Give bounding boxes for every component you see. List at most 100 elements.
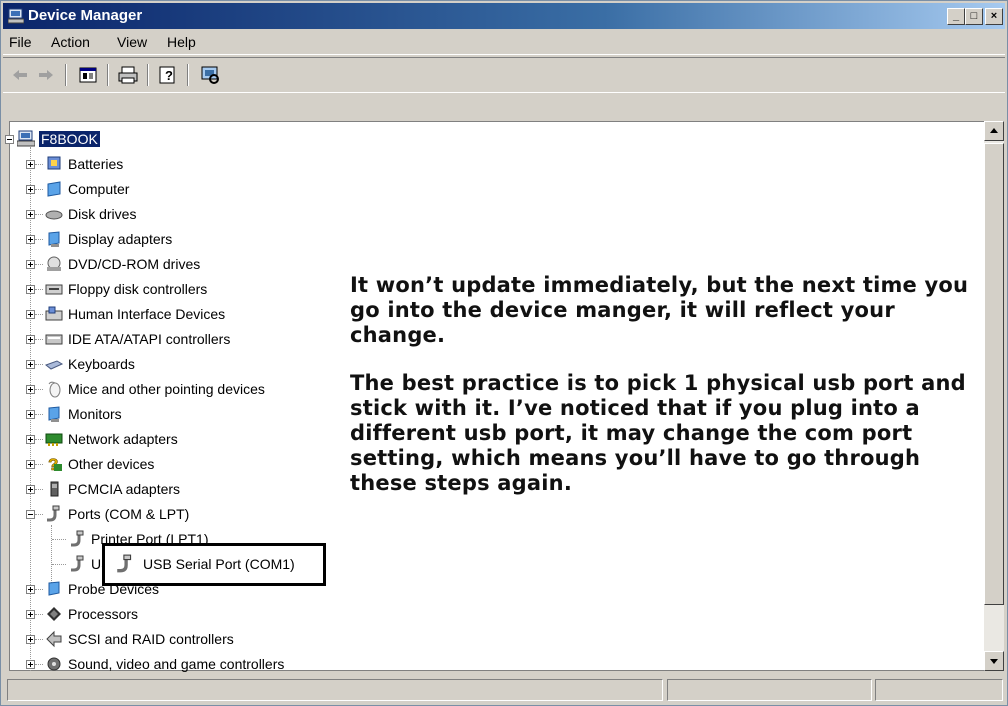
tree-guide-line [35, 239, 43, 240]
expand-toggle[interactable] [26, 235, 35, 244]
mouse-icon [48, 381, 61, 398]
tree-guide-line [35, 214, 43, 215]
tree-guide-line [52, 539, 66, 540]
help-icon[interactable]: ? [157, 64, 179, 86]
expand-toggle[interactable] [26, 360, 35, 369]
maximize-button[interactable]: □ [965, 8, 983, 25]
expand-toggle[interactable] [26, 585, 35, 594]
expand-toggle[interactable] [26, 460, 35, 469]
computer-icon [17, 130, 35, 147]
forward-arrow-icon[interactable] [35, 64, 57, 86]
scroll-down-button[interactable] [984, 651, 1004, 671]
usb-serial-port-callout[interactable]: USB Serial Port (COM1) [102, 543, 326, 586]
annotation-paragraph: It won’t update immediately, but the nex… [350, 273, 969, 347]
collapse-toggle[interactable] [5, 135, 14, 144]
expand-toggle[interactable] [26, 335, 35, 344]
menu-file[interactable]: File [9, 34, 32, 50]
computer-icon [47, 181, 61, 197]
tree-item-label: Display adapters [68, 231, 173, 247]
tree-item-label: Computer [68, 181, 130, 197]
tree-guide-line [35, 464, 43, 465]
scroll-thumb[interactable] [984, 143, 1004, 605]
tree-guide-line [35, 664, 43, 665]
pcmcia-icon [50, 481, 59, 497]
tree-item-label: PCMCIA adapters [68, 481, 181, 497]
toolbar: ? [3, 57, 1005, 93]
computer-icon [8, 8, 24, 24]
properties-icon[interactable] [77, 64, 99, 86]
menu-bar: File Action View Help [3, 30, 1005, 55]
tree-guide-line [35, 314, 43, 315]
probe-icon [48, 581, 60, 596]
annotation-paragraph: The best practice is to pick 1 physical … [350, 371, 966, 495]
sound-icon [47, 657, 61, 671]
tree-guide-line [35, 514, 43, 515]
tree-guide-line [52, 564, 66, 565]
minimize-button[interactable]: _ [947, 8, 965, 25]
collapse-toggle[interactable] [26, 510, 35, 519]
menu-action[interactable]: Action [51, 34, 90, 50]
instruction-annotation: It won’t update immediately, but the nex… [350, 273, 990, 519]
tree-item-label: Monitors [68, 406, 122, 422]
scroll-up-button[interactable] [984, 121, 1004, 141]
expand-toggle[interactable] [26, 260, 35, 269]
tree-item-label: Mice and other pointing devices [68, 381, 265, 397]
network-adapter-icon [45, 433, 63, 446]
tree-item-label: Batteries [68, 156, 124, 172]
expand-toggle[interactable] [26, 310, 35, 319]
menu-help[interactable]: Help [167, 34, 196, 50]
status-bar [3, 677, 1005, 703]
expand-toggle[interactable] [26, 185, 35, 194]
vertical-scrollbar[interactable] [984, 121, 1004, 671]
display-adapter-icon [48, 231, 60, 247]
title-bar[interactable]: Device Manager _ □ × [3, 3, 1005, 29]
hid-icon [45, 306, 63, 321]
close-button[interactable]: × [985, 8, 1003, 25]
up-arrow-icon [990, 128, 998, 133]
tree-item-label: DVD/CD-ROM drives [68, 256, 201, 272]
tree-item-label: IDE ATA/ATAPI controllers [68, 331, 231, 347]
tree-guide-line [35, 289, 43, 290]
expand-toggle[interactable] [26, 410, 35, 419]
battery-icon [47, 156, 61, 170]
dvd-drive-icon [47, 256, 61, 271]
port-icon [47, 505, 60, 522]
tree-root-label: F8BOOK [39, 131, 100, 147]
tree-guide-line [51, 525, 52, 587]
unknown-device-icon: ? [48, 455, 62, 473]
floppy-controller-icon [45, 284, 63, 295]
device-manager-window: Device Manager _ □ × File Action View He… [0, 0, 1008, 706]
expand-toggle[interactable] [26, 660, 35, 669]
tree-guide-line [35, 189, 43, 190]
scan-hardware-icon[interactable] [199, 64, 221, 86]
tree-item-label: Network adapters [68, 431, 178, 447]
down-arrow-icon [990, 659, 998, 664]
tree-item-label: Other devices [68, 456, 155, 472]
expand-toggle[interactable] [26, 485, 35, 494]
tree-guide-line [35, 264, 43, 265]
expand-toggle[interactable] [26, 210, 35, 219]
expand-toggle[interactable] [26, 160, 35, 169]
expand-toggle[interactable] [26, 285, 35, 294]
keyboard-icon [45, 360, 63, 370]
tree-guide-line [35, 489, 43, 490]
expand-toggle[interactable] [26, 635, 35, 644]
tree-guide-line [35, 639, 43, 640]
tree-guide-line [35, 614, 43, 615]
tree-item-label: Processors [68, 606, 139, 622]
expand-toggle[interactable] [26, 435, 35, 444]
print-icon[interactable] [117, 64, 139, 86]
toolbar-separator [147, 64, 149, 86]
back-arrow-icon[interactable] [9, 64, 31, 86]
tree-guide-line [35, 414, 43, 415]
port-icon [71, 530, 84, 547]
menu-view[interactable]: View [117, 34, 147, 50]
tree-guide-line [35, 439, 43, 440]
processor-icon [47, 607, 61, 621]
expand-toggle[interactable] [26, 385, 35, 394]
tree-guide-line [35, 164, 43, 165]
svg-text:?: ? [165, 68, 173, 83]
tree-guide-line [35, 389, 43, 390]
expand-toggle[interactable] [26, 610, 35, 619]
tree-item-label: Floppy disk controllers [68, 281, 208, 297]
